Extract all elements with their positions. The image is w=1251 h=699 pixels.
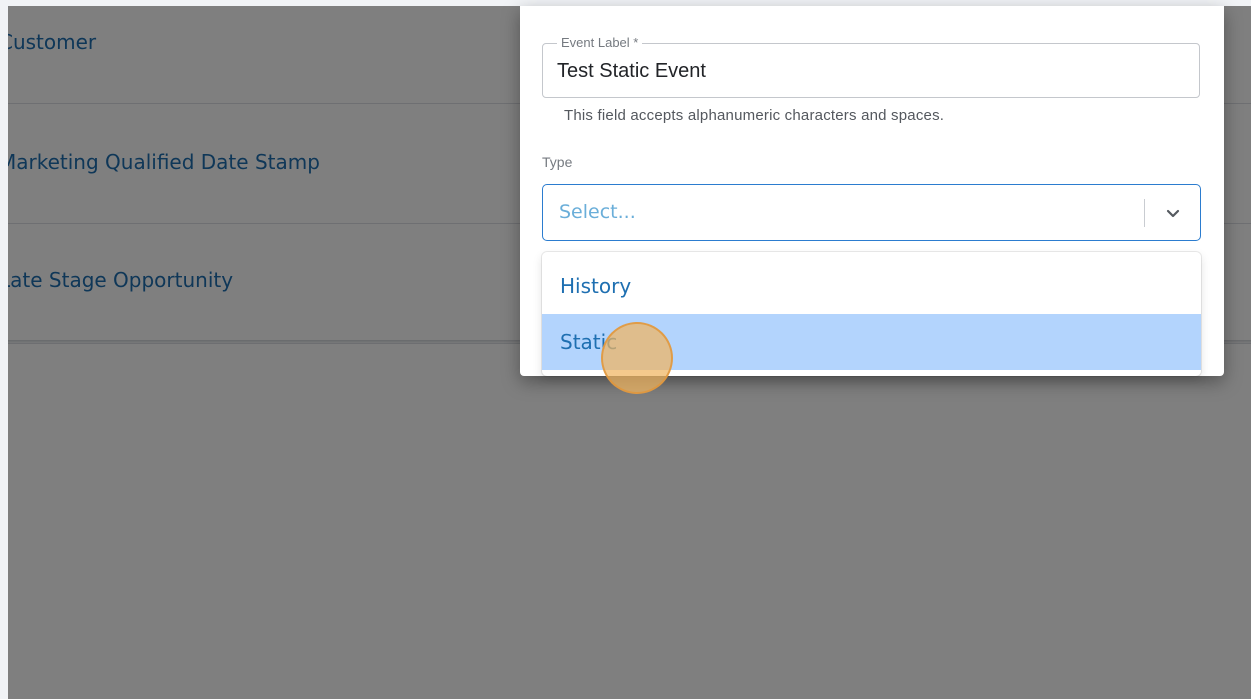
type-select-placeholder: Select... [559,201,636,223]
event-label-field[interactable]: Event Label * Test Static Event [542,35,1200,98]
type-field-label: Type [542,154,573,170]
select-indicator-separator [1144,199,1145,227]
create-event-dialog: Event Label * Test Static Event This fie… [520,6,1224,376]
event-label-helper-text: This field accepts alphanumeric characte… [564,107,945,124]
option-label: History [560,274,632,298]
option-history[interactable]: History [542,258,1201,314]
event-label-field-label: Event Label * [557,35,643,50]
event-label-input[interactable]: Test Static Event [557,60,706,83]
type-select[interactable]: Select... [542,184,1201,241]
click-indicator [601,322,673,394]
chevron-down-icon[interactable] [1164,204,1182,222]
